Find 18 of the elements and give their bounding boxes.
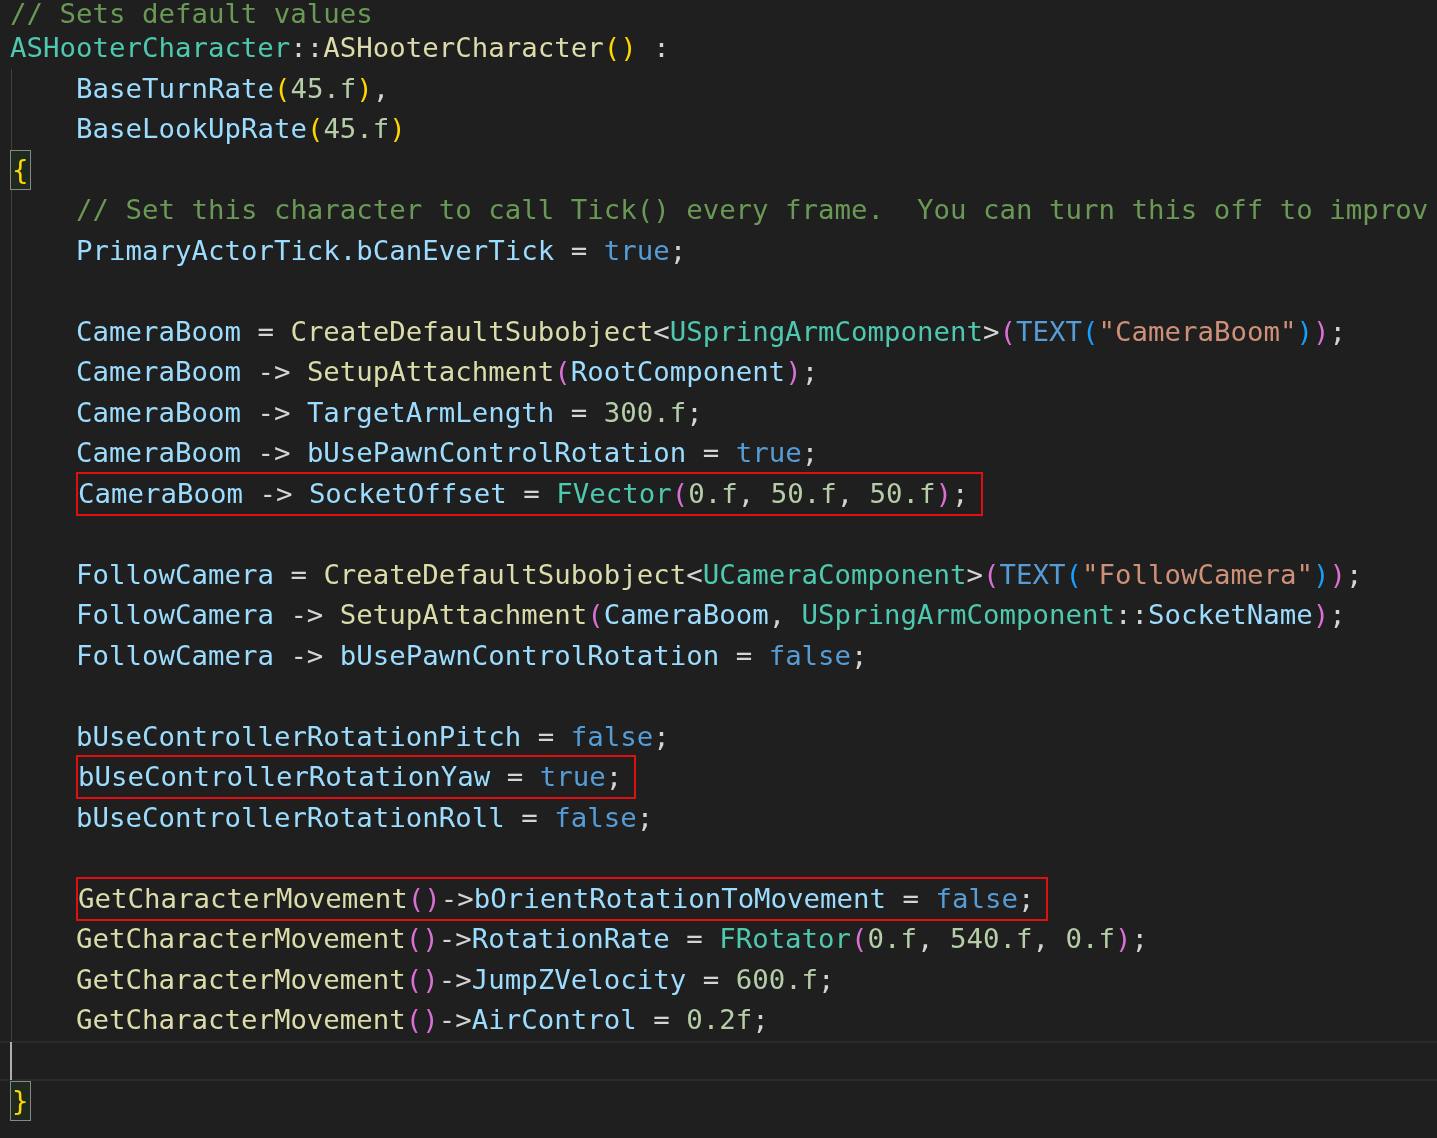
code-line: CameraBoom -> TargetArmLength = 300.f; bbox=[76, 395, 703, 430]
code-line: bUseControllerRotationPitch = false; bbox=[76, 719, 670, 754]
code-line: FollowCamera -> bUsePawnControlRotation = false; bbox=[76, 638, 868, 673]
code-line: GetCharacterMovement()->AirControl = 0.2f; bbox=[76, 1003, 769, 1037]
code-line: FollowCamera -> SetupAttachment(CameraBoom, USpringArmComponent::SocketName); bbox=[76, 598, 1346, 632]
code-comment: // Sets default values bbox=[10, 0, 373, 31]
code-line: CameraBoom -> SetupAttachment(RootComponent); bbox=[76, 355, 819, 389]
code-comment: // Set this character to call Tick() every frame. You can turn this off to improv bbox=[76, 193, 1429, 227]
code-line: CameraBoom -> bUsePawnControlRotation = true; bbox=[76, 436, 819, 470]
code-line: BaseLookUpRate(45.f) bbox=[76, 112, 406, 146]
code-line: GetCharacterMovement()->RotationRate = FRotator(0.f, 540.f, 0.f); bbox=[76, 922, 1148, 956]
code-line: GetCharacterMovement()->JumpZVelocity = 600.f; bbox=[76, 962, 835, 997]
code-line: CameraBoom = CreateDefaultSubobject<USpringArmComponent>(TEXT("CameraBoom")); bbox=[76, 314, 1346, 349]
code-line: PrimaryActorTick.bCanEverTick = true; bbox=[76, 233, 687, 268]
code-line: BaseTurnRate(45.f), bbox=[76, 71, 390, 106]
code-line: ASHooterCharacter::ASHooterCharacter() : bbox=[10, 31, 670, 65]
code-line: FollowCamera = CreateDefaultSubobject<UCameraComponent>(TEXT("FollowCamera")); bbox=[76, 557, 1363, 592]
code-line: bUseControllerRotationRoll = false; bbox=[76, 800, 654, 835]
